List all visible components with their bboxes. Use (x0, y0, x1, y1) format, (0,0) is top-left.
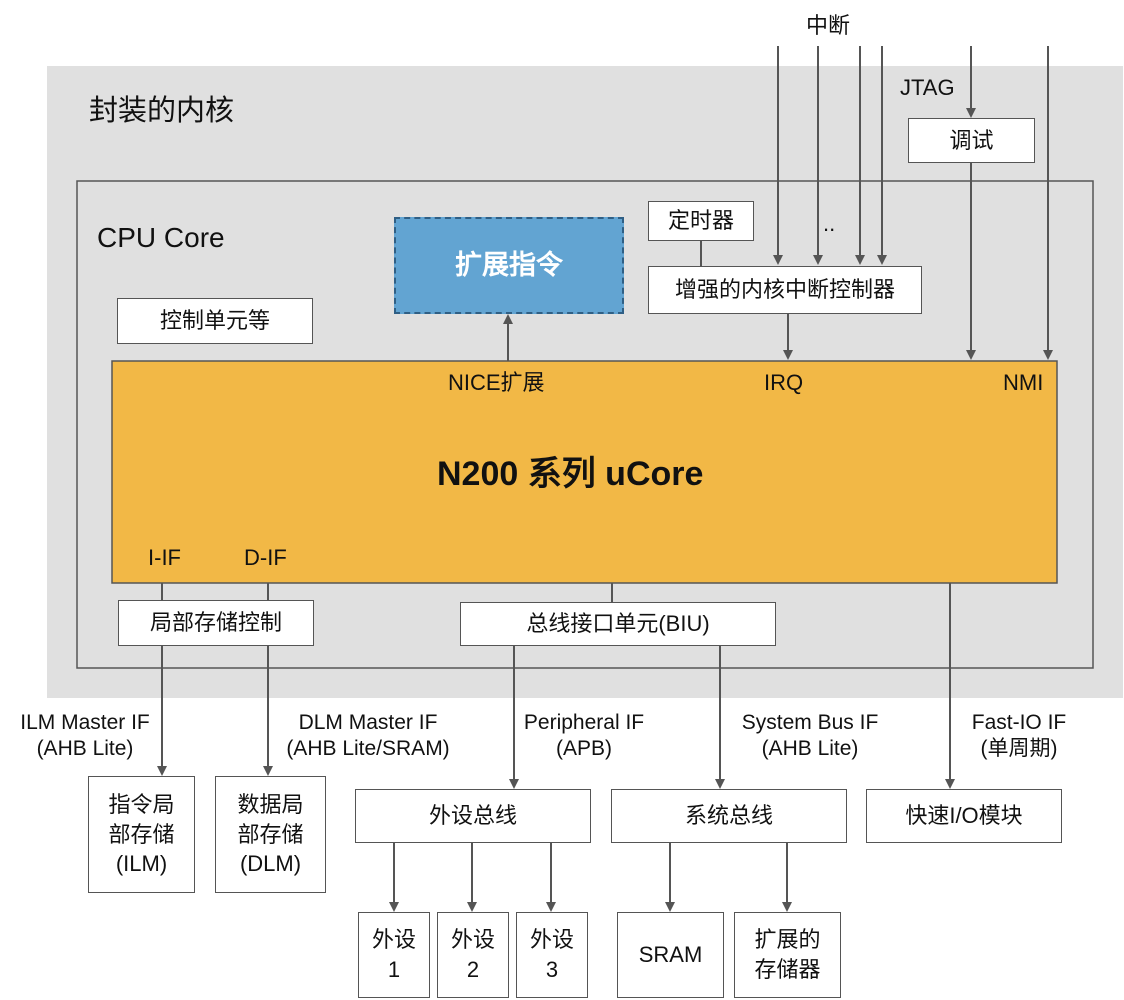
peripheral-bus-box: 外设总线 (355, 789, 591, 843)
debug-box: 调试 (908, 118, 1035, 163)
system-bus-if-label: System Bus IF (AHB Lite) (741, 711, 879, 761)
jtag-label: JTAG (900, 75, 955, 100)
ucore-title: N200 系列 uCore (437, 455, 704, 493)
biu-box: 总线接口单元(BIU) (460, 602, 776, 646)
cpu-core-title: CPU Core (97, 222, 225, 253)
dlm-if-label: DLM Master IF (AHB Lite/SRAM) (286, 711, 450, 761)
ilm-if-label: ILM Master IF (AHB Lite) (20, 711, 150, 761)
control-unit-box: 控制单元等 (117, 298, 313, 344)
irq-port-label: IRQ (764, 370, 804, 395)
dlm-box: 数据局 部存储 (DLM) (215, 776, 326, 893)
timer-box: 定时器 (648, 201, 754, 241)
nice-port-label: NICE扩展 (448, 370, 545, 395)
peripheral-2-box: 外设 2 (437, 912, 509, 998)
peripheral-3-box: 外设 3 (516, 912, 588, 998)
ilm-box: 指令局 部存储 (ILM) (88, 776, 195, 893)
outer-title: 封装的内核 (89, 95, 235, 127)
fastio-if-label: Fast-IO IF (单周期) (971, 711, 1067, 761)
extended-memory-box: 扩展的 存储器 (734, 912, 841, 998)
dots-label: .. (823, 211, 836, 236)
interrupt-label: 中断 (806, 13, 851, 38)
local-memory-control-box: 局部存储控制 (118, 600, 314, 646)
peripheral-if-label: Peripheral IF (APB) (523, 711, 645, 761)
system-bus-box: 系统总线 (611, 789, 847, 843)
peripheral-1-box: 外设 1 (358, 912, 430, 998)
nmi-port-label: NMI (1003, 370, 1044, 395)
fast-io-module-box: 快速I/O模块 (866, 789, 1062, 843)
sram-box: SRAM (617, 912, 724, 998)
iif-port-label: I-IF (148, 545, 181, 570)
eclic-box: 增强的内核中断控制器 (648, 266, 922, 314)
extension-instruction-box: 扩展指令 (394, 217, 624, 314)
dif-port-label: D-IF (244, 545, 287, 570)
